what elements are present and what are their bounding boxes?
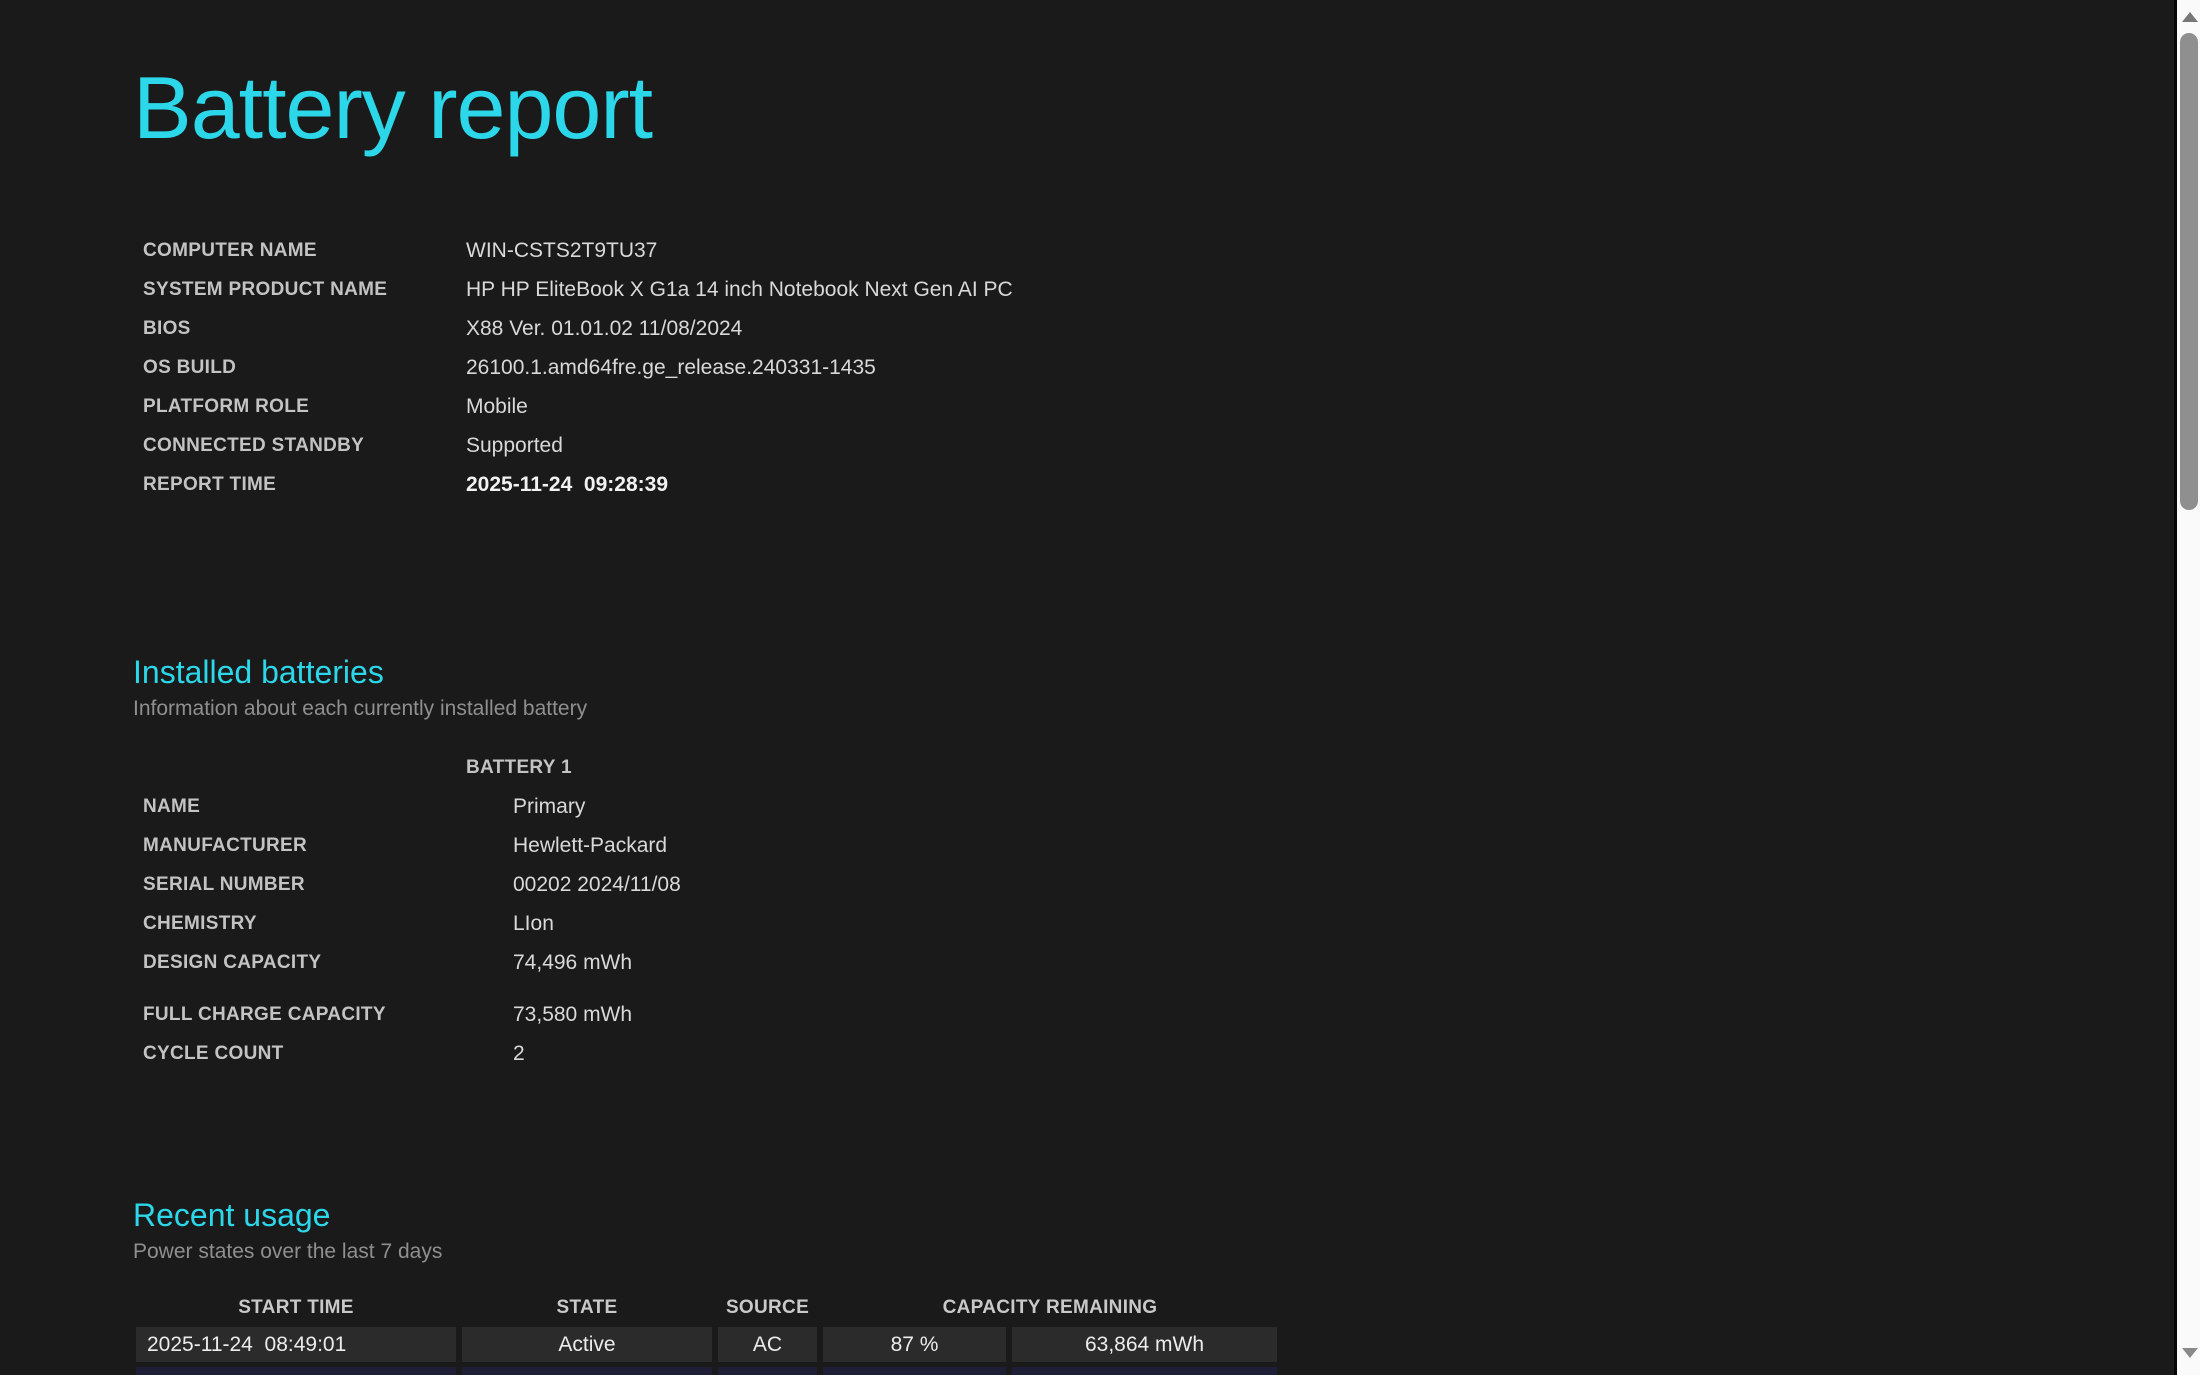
battery-serial-number-label: SERIAL NUMBER (143, 865, 513, 904)
battery-name-value: Primary (513, 787, 585, 826)
system-info-row: CONNECTED STANDBY Supported (143, 426, 1013, 465)
battery-chemistry-label: CHEMISTRY (143, 904, 513, 943)
recent-usage-header-row: START TIME STATE SOURCE CAPACITY REMAINI… (136, 1294, 1277, 1322)
os-build-value: 26100.1.amd64fre.ge_release.240331-1435 (466, 348, 876, 387)
system-product-name-value: HP HP EliteBook X G1a 14 inch Notebook N… (466, 270, 1013, 309)
bios-value: X88 Ver. 01.01.02 11/08/2024 (466, 309, 742, 348)
battery-1-column-header: BATTERY 1 (466, 748, 836, 787)
os-build-label: OS BUILD (143, 348, 466, 387)
system-info-row: SYSTEM PRODUCT NAME HP HP EliteBook X G1… (143, 270, 1013, 309)
computer-name-label: COMPUTER NAME (143, 231, 466, 270)
usage-cell (823, 1367, 1006, 1375)
source-header: SOURCE (718, 1294, 817, 1322)
installed-batteries-subtitle: Information about each currently install… (133, 696, 587, 722)
battery-row: MANUFACTURER Hewlett-Packard (143, 826, 836, 865)
battery-cycle-count-label: CYCLE COUNT (143, 1034, 513, 1073)
battery-column-header-row: BATTERY 1 (143, 748, 836, 787)
battery-full-charge-capacity-value: 73,580 mWh (513, 995, 632, 1034)
battery-serial-number-value: 00202 2024/11/08 (513, 865, 681, 904)
start-time-header: START TIME (136, 1294, 456, 1322)
scrollbar-thumb[interactable] (2180, 33, 2198, 510)
usage-cell (1012, 1367, 1277, 1375)
usage-cell (718, 1367, 817, 1375)
battery-full-charge-capacity-label: FULL CHARGE CAPACITY (143, 995, 513, 1034)
battery-report-page: Battery report COMPUTER NAME WIN-CSTS2T9… (0, 0, 2175, 1375)
platform-role-value: Mobile (466, 387, 528, 426)
recent-usage-heading: Recent usage (133, 1195, 330, 1235)
system-info-row: REPORT TIME 2025-11-24 09:28:39 (143, 465, 1013, 504)
battery-table-spacer (143, 982, 836, 995)
battery-design-capacity-value: 74,496 mWh (513, 943, 632, 982)
usage-capacity-percent-cell: 87 % (823, 1327, 1006, 1362)
battery-row: SERIAL NUMBER 00202 2024/11/08 (143, 865, 836, 904)
battery-row: FULL CHARGE CAPACITY 73,580 mWh (143, 995, 836, 1034)
battery-row: NAME Primary (143, 787, 836, 826)
usage-source-cell: AC (718, 1327, 817, 1362)
battery-row: CYCLE COUNT 2 (143, 1034, 836, 1073)
system-info-row: OS BUILD 26100.1.amd64fre.ge_release.240… (143, 348, 1013, 387)
battery-row: DESIGN CAPACITY 74,496 mWh (143, 943, 836, 982)
recent-usage-subtitle: Power states over the last 7 days (133, 1239, 442, 1265)
usage-cell (136, 1367, 456, 1375)
vertical-scrollbar[interactable] (2174, 0, 2200, 1375)
battery-column-spacer (143, 748, 466, 787)
connected-standby-value: Supported (466, 426, 563, 465)
page-title: Battery report (133, 62, 652, 154)
battery-name-label: NAME (143, 787, 513, 826)
recent-usage-row: 2025-11-24 08:49:01 Active AC 87 % 63,86… (136, 1327, 1277, 1362)
system-product-name-label: SYSTEM PRODUCT NAME (143, 270, 466, 309)
battery-chemistry-value: LIon (513, 904, 554, 943)
platform-role-label: PLATFORM ROLE (143, 387, 466, 426)
computer-name-value: WIN-CSTS2T9TU37 (466, 231, 657, 270)
system-info-row: BIOS X88 Ver. 01.01.02 11/08/2024 (143, 309, 1013, 348)
scrollbar-down-arrow-icon[interactable] (2182, 1348, 2198, 1358)
connected-standby-label: CONNECTED STANDBY (143, 426, 466, 465)
battery-manufacturer-value: Hewlett-Packard (513, 826, 667, 865)
battery-design-capacity-label: DESIGN CAPACITY (143, 943, 513, 982)
usage-start-time-cell: 2025-11-24 08:49:01 (136, 1327, 456, 1362)
report-time-value: 2025-11-24 09:28:39 (466, 465, 668, 504)
battery-row: CHEMISTRY LIon (143, 904, 836, 943)
report-time-label: REPORT TIME (143, 465, 466, 504)
bios-label: BIOS (143, 309, 466, 348)
usage-state-cell: Active (462, 1327, 712, 1362)
state-header: STATE (462, 1294, 712, 1322)
scrollbar-up-arrow-icon[interactable] (2182, 12, 2198, 22)
battery-manufacturer-label: MANUFACTURER (143, 826, 513, 865)
battery-cycle-count-value: 2 (513, 1034, 525, 1073)
usage-capacity-mwh-cell: 63,864 mWh (1012, 1327, 1277, 1362)
system-info-row: COMPUTER NAME WIN-CSTS2T9TU37 (143, 231, 1013, 270)
system-info-table: COMPUTER NAME WIN-CSTS2T9TU37 SYSTEM PRO… (143, 231, 1013, 504)
recent-usage-row-partial (136, 1367, 1277, 1375)
installed-batteries-heading: Installed batteries (133, 652, 384, 692)
usage-cell (462, 1367, 712, 1375)
installed-batteries-table: BATTERY 1 NAME Primary MANUFACTURER Hewl… (143, 748, 836, 1073)
capacity-remaining-header: CAPACITY REMAINING (823, 1294, 1277, 1322)
system-info-row: PLATFORM ROLE Mobile (143, 387, 1013, 426)
